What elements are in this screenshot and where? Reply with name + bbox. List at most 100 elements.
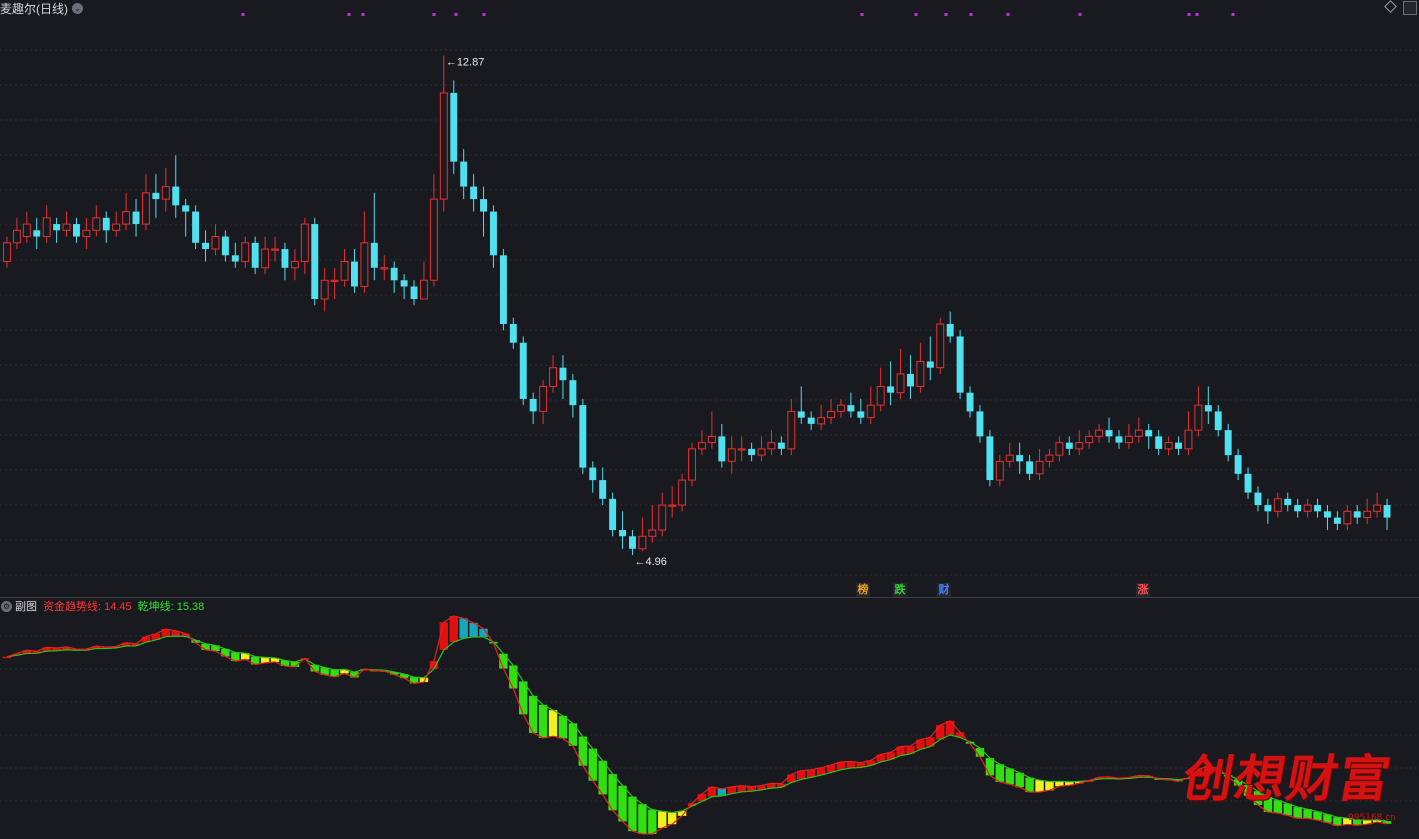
candle[interactable] — [529, 392, 537, 424]
candle[interactable] — [976, 405, 984, 443]
candle[interactable] — [767, 430, 776, 456]
candle[interactable] — [668, 486, 677, 518]
candle[interactable] — [1303, 498, 1312, 518]
candle[interactable] — [202, 230, 209, 262]
candle[interactable] — [330, 267, 339, 299]
candle[interactable] — [33, 217, 41, 250]
candle[interactable] — [42, 205, 51, 243]
candle[interactable] — [688, 442, 696, 487]
candle[interactable] — [360, 211, 369, 293]
candle[interactable] — [1085, 430, 1094, 449]
candle[interactable] — [132, 199, 140, 237]
candle[interactable] — [1254, 486, 1262, 512]
candle[interactable] — [1343, 505, 1352, 531]
candle[interactable] — [509, 317, 517, 349]
candle[interactable] — [1035, 448, 1044, 481]
candle[interactable] — [1204, 386, 1212, 424]
candle[interactable] — [490, 205, 497, 268]
candle[interactable] — [1214, 405, 1222, 437]
candle[interactable] — [1184, 411, 1193, 456]
candle[interactable] — [470, 174, 478, 212]
candle[interactable] — [777, 436, 785, 456]
candle[interactable] — [658, 492, 667, 537]
candle[interactable] — [559, 355, 567, 399]
candle[interactable] — [638, 517, 647, 552]
candle[interactable] — [241, 236, 250, 268]
candle[interactable] — [102, 211, 110, 243]
candle[interactable] — [311, 217, 319, 306]
candle[interactable] — [956, 330, 964, 399]
candle[interactable] — [172, 155, 180, 218]
candle[interactable] — [698, 430, 706, 456]
candle[interactable] — [1363, 498, 1372, 524]
candle[interactable] — [1234, 448, 1242, 481]
candle[interactable] — [152, 174, 160, 218]
candle[interactable] — [261, 236, 270, 275]
candle[interactable] — [1045, 448, 1054, 468]
settings-icon[interactable]: ⚙ — [1, 600, 12, 612]
candle[interactable] — [857, 398, 865, 424]
candle[interactable] — [300, 217, 309, 275]
candle[interactable] — [797, 386, 805, 424]
candle[interactable] — [866, 386, 875, 424]
candle[interactable] — [340, 249, 349, 287]
candle[interactable] — [142, 174, 150, 231]
candlestick-chart[interactable]: ←12.87 ←4.96 — [0, 0, 1419, 597]
candle[interactable] — [22, 211, 31, 243]
candle[interactable] — [112, 211, 121, 237]
candle[interactable] — [1353, 505, 1361, 524]
candle[interactable] — [1065, 436, 1073, 456]
candle[interactable] — [12, 217, 21, 250]
candle[interactable] — [3, 236, 11, 268]
candle[interactable] — [1115, 430, 1123, 449]
candle[interactable] — [579, 398, 587, 474]
candle[interactable] — [539, 380, 548, 424]
candle[interactable] — [73, 217, 80, 243]
signal-marker[interactable]: 跌 — [893, 583, 907, 597]
candle[interactable] — [161, 167, 170, 212]
candle[interactable] — [92, 205, 101, 237]
candle[interactable] — [896, 348, 905, 399]
candle[interactable] — [519, 336, 527, 406]
candle[interactable] — [1075, 430, 1084, 456]
candle[interactable] — [1155, 430, 1163, 456]
candle[interactable] — [1373, 492, 1382, 518]
candle[interactable] — [787, 398, 796, 456]
candle[interactable] — [599, 467, 607, 506]
candle[interactable] — [718, 423, 726, 468]
candle[interactable] — [1145, 423, 1153, 449]
candle[interactable] — [480, 186, 487, 237]
candle[interactable] — [1175, 436, 1182, 456]
candle[interactable] — [439, 55, 448, 212]
candle[interactable] — [290, 249, 299, 281]
candle[interactable] — [1264, 498, 1272, 524]
candle[interactable] — [847, 392, 855, 418]
candle[interactable] — [916, 342, 925, 393]
candle[interactable] — [619, 511, 626, 549]
candle[interactable] — [211, 224, 220, 256]
candle[interactable] — [1314, 498, 1321, 518]
candle[interactable] — [62, 211, 71, 237]
candle[interactable] — [1005, 442, 1014, 468]
candle[interactable] — [887, 361, 895, 406]
candle[interactable] — [1134, 417, 1143, 443]
candle[interactable] — [629, 530, 636, 556]
candle[interactable] — [1324, 505, 1331, 531]
candle[interactable] — [757, 436, 766, 462]
candle[interactable] — [907, 355, 914, 399]
candle[interactable] — [748, 442, 756, 462]
candle[interactable] — [936, 317, 945, 374]
candle[interactable] — [1224, 423, 1232, 462]
candle[interactable] — [1284, 492, 1292, 512]
candle[interactable] — [1095, 423, 1104, 443]
candle[interactable] — [1194, 386, 1203, 437]
candle[interactable] — [966, 386, 974, 418]
candle[interactable] — [1383, 498, 1391, 531]
candle[interactable] — [1333, 511, 1341, 531]
candle[interactable] — [549, 355, 557, 393]
candle[interactable] — [231, 242, 239, 268]
candle[interactable] — [390, 261, 398, 293]
panel-toggle-button[interactable] — [1403, 1, 1417, 15]
candle[interactable] — [946, 311, 954, 343]
candle[interactable] — [986, 430, 994, 487]
